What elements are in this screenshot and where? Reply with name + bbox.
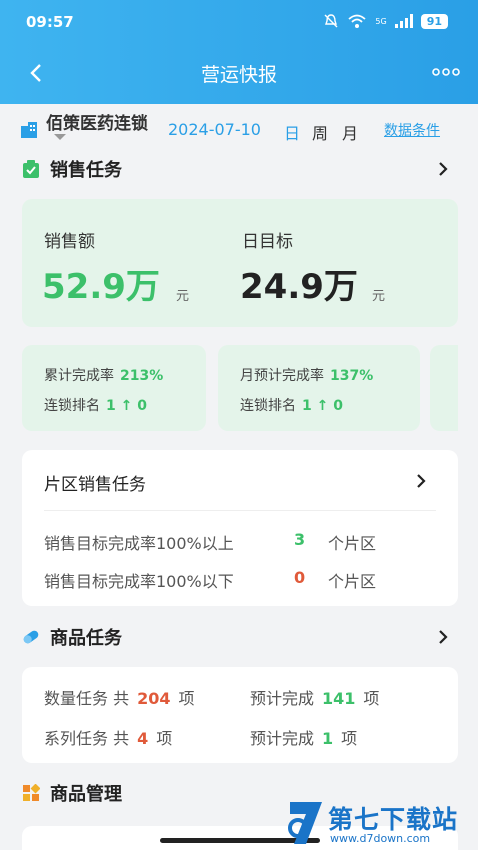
pill-icon: [23, 630, 39, 644]
section-title: 销售任务: [50, 160, 122, 181]
qty-predict-label: 预计完成: [250, 689, 315, 708]
app-header: 09:57 5G 91 营运快报: [0, 0, 478, 104]
section-title: 商品任务: [50, 628, 122, 649]
series-predict-line: 预计完成 1 项: [250, 725, 357, 749]
chain-rank-label: 连锁排名: [44, 398, 100, 414]
monthly-rate-label: 月预计完成率: [240, 368, 324, 384]
status-icons: 5G 91: [323, 13, 448, 29]
building-icon: [21, 122, 37, 138]
cumulative-rate-label: 累计完成率: [44, 368, 114, 384]
qty-task-count: 204: [137, 689, 171, 708]
goods-task-header[interactable]: 商品任务: [0, 620, 478, 654]
series-task-unit: 项: [156, 729, 173, 748]
section-title: 商品管理: [50, 784, 122, 805]
area-below-count: 0: [294, 568, 306, 587]
status-bar: 09:57 5G 91: [0, 0, 478, 44]
sales-summary-card: 销售额 52.9万 元 日目标 24.9万 元: [22, 199, 458, 327]
completion-card-partial[interactable]: [430, 345, 458, 431]
data-conditions-link[interactable]: 数据条件: [384, 120, 440, 140]
watermark: 第七下载站 www.d7down.com: [286, 796, 478, 850]
chain-rank-value: 1 ↑ 0: [106, 398, 147, 414]
chevron-right-icon[interactable]: [414, 472, 428, 490]
series-task-label: 系列任务 共: [44, 729, 130, 748]
area-below-unit: 个片区: [328, 572, 377, 591]
qty-task-unit: 项: [178, 689, 195, 708]
org-selector[interactable]: 佰策医药连锁: [46, 109, 148, 134]
area-task-title: 片区销售任务: [44, 475, 146, 495]
status-time: 09:57: [26, 13, 74, 31]
qty-task-label: 数量任务 共: [44, 689, 130, 708]
filter-row: 佰策医药连锁 2024-07-10 日 周 月 数据条件: [0, 108, 478, 152]
goods-task-card[interactable]: 数量任务 共 204 项 预计完成 141 项 系列任务 共4项 预计完成 1 项: [22, 667, 458, 763]
watermark-logo-icon: [288, 802, 322, 844]
area-below-text: 销售目标完成率100%以下: [44, 572, 234, 591]
completion-card-cumulative[interactable]: 累计完成率 213% 连锁排名 1 ↑ 0: [22, 345, 206, 431]
area-task-card[interactable]: 片区销售任务 销售目标完成率100%以上 3 个片区 销售目标完成率100%以下…: [22, 450, 458, 606]
area-above-count: 3: [294, 530, 306, 549]
chain-rank-line: 连锁排名 1 ↑ 0: [44, 395, 147, 415]
cumulative-rate-line: 累计完成率 213%: [44, 365, 163, 385]
series-predict-unit: 项: [341, 729, 358, 748]
monthly-rate-value: 137%: [330, 368, 374, 384]
qty-predict-line: 预计完成 141 项: [250, 685, 379, 709]
target-label: 日目标: [242, 232, 293, 252]
caret-down-icon[interactable]: [54, 134, 66, 140]
chevron-right-icon[interactable]: [436, 160, 450, 178]
period-tab-week[interactable]: 周: [312, 120, 328, 144]
series-predict-count: 1: [322, 729, 334, 748]
nav-bar: 营运快报: [0, 48, 478, 98]
date-picker[interactable]: 2024-07-10: [168, 120, 261, 139]
cumulative-rate-value: 213%: [120, 368, 164, 384]
target-value: 24.9万: [240, 267, 358, 307]
chain-rank-label: 连锁排名: [240, 398, 296, 414]
sales-label: 销售额: [44, 232, 95, 252]
qty-predict-unit: 项: [363, 689, 380, 708]
grid-apps-icon: [23, 784, 40, 801]
chain-rank-value: 1 ↑ 0: [302, 398, 343, 414]
monthly-rate-line: 月预计完成率 137%: [240, 365, 373, 385]
watermark-text: 第七下载站: [328, 805, 459, 834]
signal-icon: [394, 14, 413, 28]
series-task-line: 系列任务 共 4项: [44, 725, 172, 749]
series-task-count: 4: [137, 729, 149, 748]
period-tab-day[interactable]: 日: [284, 120, 300, 144]
chain-rank-line: 连锁排名 1 ↑ 0: [240, 395, 343, 415]
clipboard-check-icon: [23, 160, 39, 178]
qty-predict-count: 141: [322, 689, 356, 708]
target-unit: 元: [372, 289, 386, 304]
period-tab-month[interactable]: 月: [342, 120, 358, 144]
series-predict-label: 预计完成: [250, 729, 315, 748]
wifi-icon: [348, 14, 366, 28]
area-above-unit: 个片区: [328, 534, 377, 553]
chevron-right-icon[interactable]: [436, 628, 450, 646]
page-title: 营运快报: [200, 64, 277, 86]
mute-icon: [324, 14, 338, 28]
area-above-text: 销售目标完成率100%以上: [44, 534, 234, 553]
battery-indicator: 91: [420, 13, 448, 29]
sales-unit: 元: [176, 289, 190, 304]
qty-task-line: 数量任务 共 204 项: [44, 685, 195, 709]
more-icon[interactable]: [432, 62, 460, 82]
network-label: 5G: [375, 16, 387, 26]
sales-task-header[interactable]: 销售任务: [0, 152, 478, 186]
completion-card-monthly[interactable]: 月预计完成率 137% 连锁排名 1 ↑ 0: [218, 345, 420, 431]
sales-value: 52.9万: [42, 267, 160, 307]
divider: [44, 510, 436, 511]
watermark-url: www.d7down.com: [330, 832, 431, 845]
